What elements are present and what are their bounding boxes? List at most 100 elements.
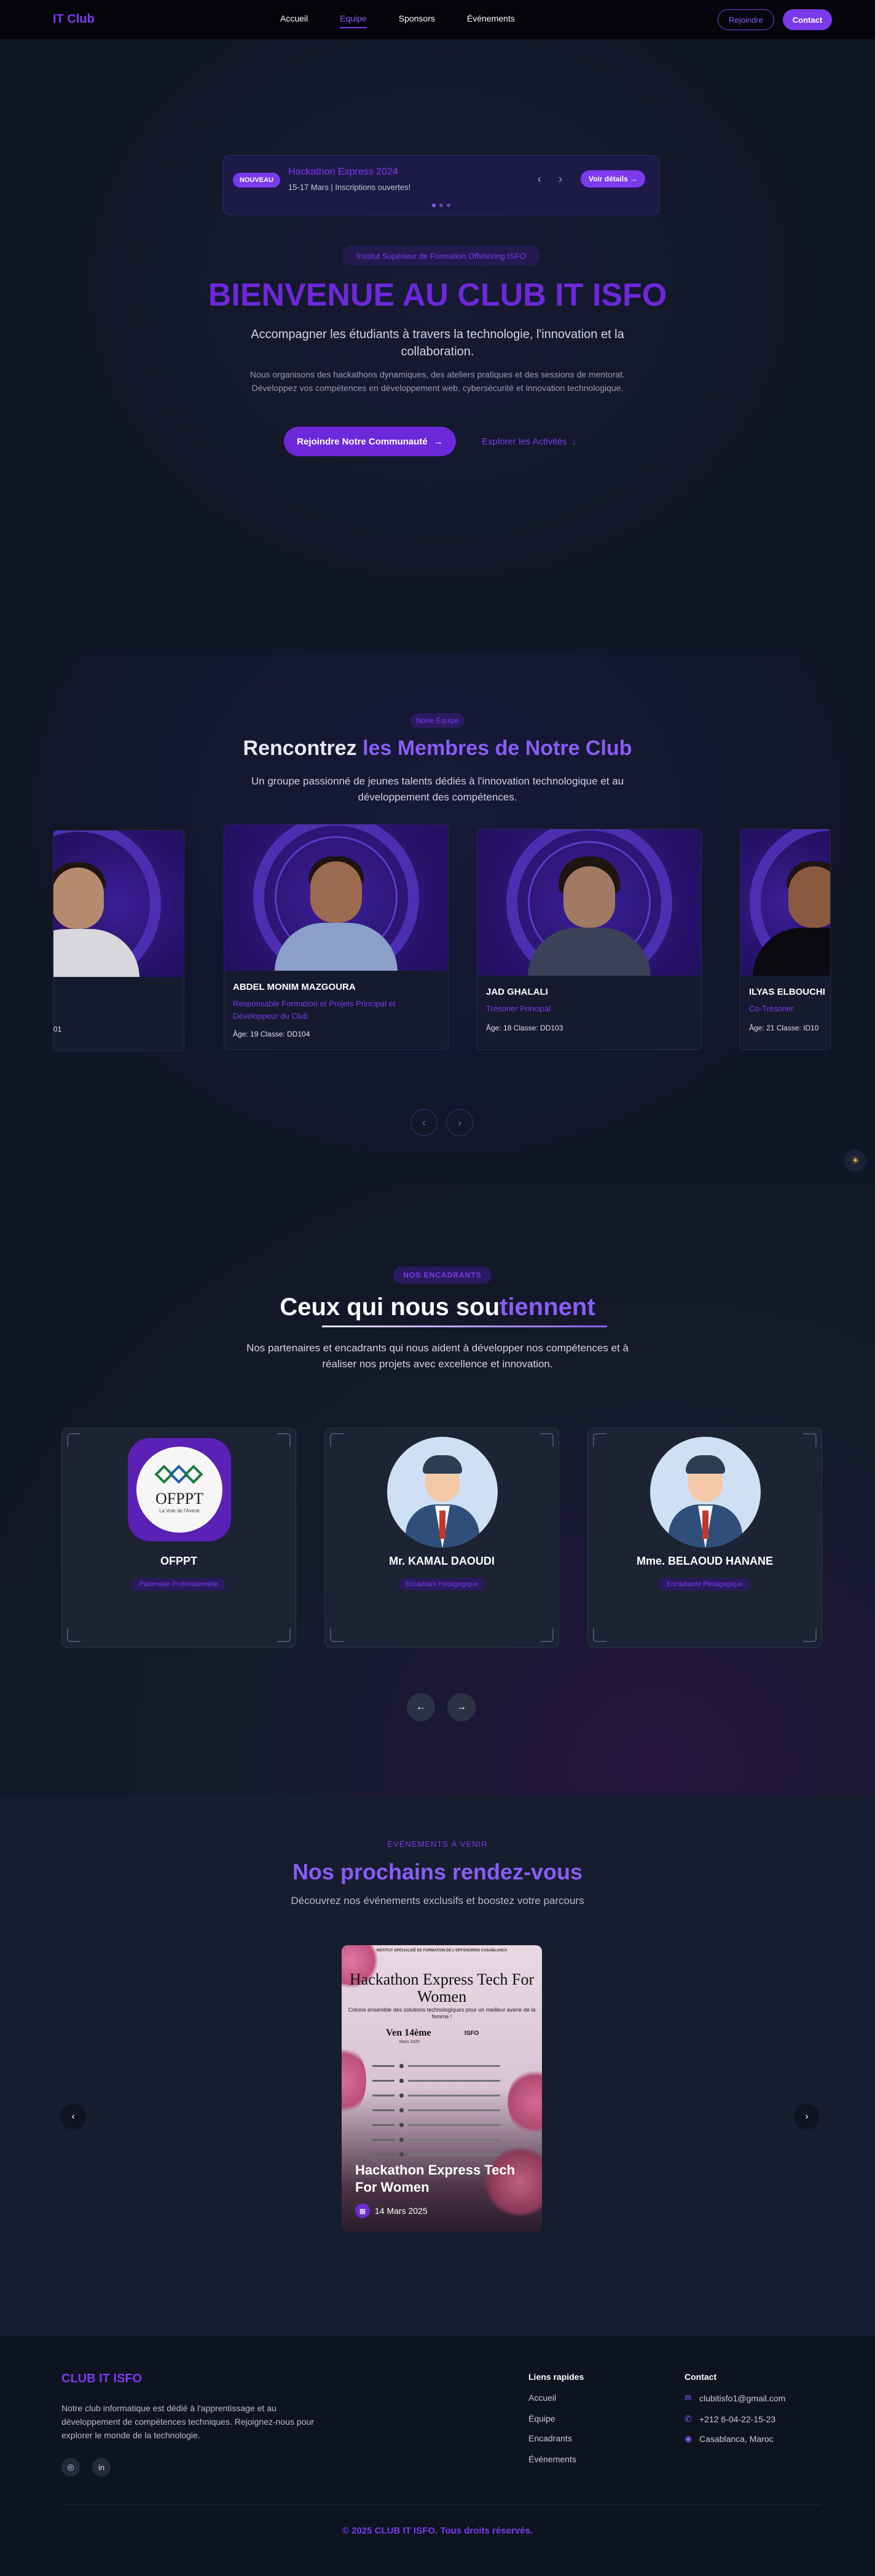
member-role: Responsable Formation et Projets Princip… — [233, 999, 396, 1021]
instagram-icon[interactable]: ◎ — [61, 2458, 80, 2476]
carousel-dot[interactable] — [439, 203, 443, 207]
mail-icon: ✉ — [685, 2393, 692, 2403]
poster-schedule-row — [372, 2151, 514, 2159]
poster-schedule-row — [372, 2092, 514, 2100]
hero-description: Nous organisons des hackathons dynamique… — [249, 369, 626, 393]
member-role: Co-Trésorier — [749, 1004, 794, 1013]
location-pin-icon: ◉ — [685, 2433, 693, 2443]
nav-link-evenements[interactable]: Événements — [467, 14, 515, 28]
sponsors-title: Ceux qui nous soutiennent — [280, 1294, 595, 1321]
member-card[interactable]: ILYAS ELBOUCHI Co-Trésorier Âge: 21 Clas… — [740, 829, 831, 1050]
footer-link-evenements[interactable]: Événements — [528, 2454, 576, 2464]
explore-activities-link[interactable]: Explorer les Activités ↓ — [465, 427, 594, 456]
navbar: IT Club Accueil Equipe Sponsors Événemen… — [0, 0, 875, 39]
copyright: © 2025 CLUB IT ISFO. Tous droits réservé… — [342, 2526, 533, 2536]
chevron-right-icon[interactable]: › — [559, 173, 562, 186]
details-button[interactable]: Voir détails → — [581, 170, 646, 188]
sponsors-tag: NOS ENCADRANTS — [393, 1266, 492, 1284]
sponsors-next-button[interactable]: → — [447, 1693, 476, 1721]
events-next-button[interactable]: › — [794, 2104, 820, 2130]
nav-link-accueil[interactable]: Accueil — [280, 14, 308, 28]
footer-link-encadrants[interactable]: Encadrants — [528, 2433, 572, 2443]
member-name: ABDEL MONIM MAZGOURA — [233, 982, 356, 992]
team-prev-button[interactable]: ‹ — [410, 1109, 438, 1136]
poster-schedule-row — [372, 2062, 514, 2071]
poster-schedule-row — [372, 2106, 514, 2115]
poster-date-sub: Mars 2025 — [399, 2040, 420, 2044]
nav-link-equipe[interactable]: Equipe — [340, 14, 367, 28]
footer-description: Notre club informatique est dédié à l'ap… — [61, 2403, 314, 2440]
contact-title: Contact — [685, 2372, 717, 2382]
event-name: Hackathon Express Tech For Women — [355, 2162, 516, 2195]
sponsor-role: Encadrant Pédagogique — [398, 1578, 486, 1590]
sponsor-name: Mme. BELAOUD HANANE — [636, 1555, 773, 1567]
sponsors-prev-button[interactable]: ← — [407, 1693, 435, 1721]
hero-subtitle: Accompagner les étudiants à travers la t… — [251, 328, 624, 358]
poster-schedule-row — [372, 2077, 514, 2085]
poster-schedule-row — [372, 2121, 514, 2130]
member-meta: Âge: 19 Classe: DD104 — [233, 1030, 310, 1038]
new-badge: NOUVEAU — [233, 173, 281, 188]
member-photo — [224, 824, 448, 971]
theme-toggle-sun-icon[interactable]: ☀ — [844, 1150, 866, 1172]
site-logo[interactable]: IT Club — [53, 12, 95, 26]
contact-phone[interactable]: ✆ +212 6-04-22-15-23 — [685, 2414, 775, 2424]
footer-link-accueil[interactable]: Accueil — [528, 2393, 556, 2403]
linkedin-icon[interactable]: in — [92, 2458, 111, 2476]
carousel-dots — [432, 203, 450, 207]
member-role: Trésorier Principal — [486, 1004, 551, 1013]
poster-date: Ven 14ème — [386, 2028, 431, 2038]
team-next-button[interactable]: › — [446, 1109, 473, 1136]
sponsor-role: Encadrante Pédagogique — [659, 1578, 751, 1590]
member-meta: Âge: 21 Classe: ID10 — [749, 1024, 819, 1032]
sponsors-subtitle: Nos partenaires et encadrants qui nous a… — [246, 1342, 629, 1370]
hero-title: BIENVENUE AU CLUB IT ISFO — [208, 277, 667, 313]
title-underline — [322, 1326, 607, 1327]
arrow-right-icon: → — [433, 436, 443, 447]
quick-links-title: Liens rapides — [528, 2372, 584, 2382]
sponsor-card[interactable]: Mr. KAMAL DAOUDI Encadrant Pédagogique — [324, 1428, 559, 1648]
team-title: Rencontrez les Membres de Notre Club — [243, 737, 632, 760]
events-subtitle: Découvrez nos événements exclusifs et bo… — [291, 1895, 584, 1906]
sponsor-card[interactable]: Mme. BELAOUD HANANE Encadrante Pédagogiq… — [587, 1428, 822, 1648]
arrow-down-icon: ↓ — [571, 436, 576, 447]
event-card[interactable]: INSTITUT SPÉCIALISÉ DE FORMATION DE L'OF… — [342, 1945, 542, 2232]
join-button[interactable]: Rejoindre — [718, 9, 774, 30]
member-photo — [740, 829, 830, 976]
ofppt-logo-text: OFPPT — [155, 1490, 204, 1507]
member-card[interactable]: ABDEL MONIM MAZGOURA Responsable Formati… — [224, 824, 449, 1050]
contact-button[interactable]: Contact — [783, 9, 832, 30]
team-subtitle: Un groupe passionné de jeunes talents dé… — [251, 775, 624, 803]
phone-icon: ✆ — [685, 2414, 692, 2424]
member-name: ILYAS ELBOUCHI — [749, 987, 825, 997]
poster-schedule-row — [372, 2136, 514, 2144]
contact-location: ◉ Casablanca, Maroc — [685, 2433, 774, 2444]
poster-header: INSTITUT SPÉCIALISÉ DE FORMATION DE L'OF… — [376, 1949, 508, 1953]
carousel-dot[interactable] — [447, 203, 450, 207]
member-card[interactable]: JAD GHALALI Trésorier Principal Âge: 18 … — [477, 829, 702, 1050]
footer-logo: CLUB IT ISFO — [61, 2372, 143, 2385]
join-community-button[interactable]: Rejoindre Notre Communauté → — [284, 427, 456, 456]
ofppt-logo-sub: La Voie de l'Avenir — [159, 1508, 200, 1514]
team-tag: Notre Équipe — [410, 713, 465, 728]
member-name: JAD GHALALI — [486, 987, 548, 997]
sponsor-name: OFPPT — [160, 1555, 197, 1567]
user-avatar-icon — [650, 1437, 761, 1547]
carousel-dot[interactable] — [432, 203, 436, 207]
poster-title: Hackathon Express Tech For Women — [349, 1970, 535, 2005]
member-meta: Âge: 18 Classe: DD103 — [486, 1024, 563, 1032]
member-card[interactable]: 01 — [53, 830, 184, 1051]
footer-link-equipe[interactable]: Équipe — [528, 2414, 555, 2424]
nav-link-sponsors[interactable]: Sponsors — [399, 14, 435, 28]
chevron-left-icon[interactable]: ‹ — [538, 173, 541, 186]
announcement-title: Hackathon Express 2024 — [288, 167, 398, 177]
sponsor-card[interactable]: OFPPT La Voie de l'Avenir OFPPT Partenai… — [61, 1428, 296, 1648]
member-meta: 01 — [53, 1025, 62, 1033]
poster-tagline: Créons ensemble des solutions technologi… — [348, 2007, 536, 2020]
events-title: Nos prochains rendez-vous — [292, 1859, 583, 1884]
announcement-subtitle: 15-17 Mars | Inscriptions ouvertes! — [288, 183, 411, 192]
calendar-icon: ▦ — [355, 2203, 370, 2218]
events-prev-button[interactable]: ‹ — [60, 2104, 86, 2130]
sponsor-role: Partenaire Professionnelle — [131, 1578, 226, 1590]
contact-email[interactable]: ✉ clubitisfo1@gmail.com — [685, 2393, 785, 2403]
